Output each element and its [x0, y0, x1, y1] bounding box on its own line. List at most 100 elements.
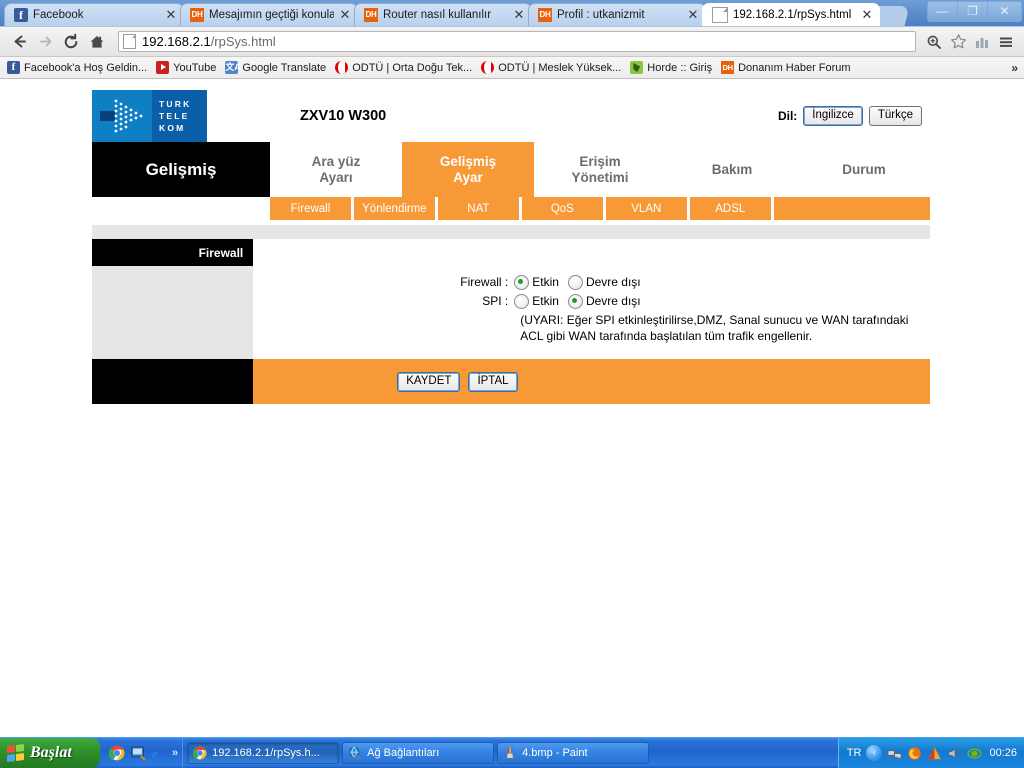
task-button-chrome[interactable]: 192.168.2.1/rpSys.h... — [187, 742, 340, 764]
firewall-disable-radio[interactable] — [567, 275, 583, 290]
home-icon[interactable] — [84, 30, 110, 54]
task-button-paint[interactable]: 4.bmp - Paint — [497, 742, 650, 764]
browser-tab-active[interactable]: 192.168.2.1/rpSys.html ✕ — [702, 3, 880, 26]
sub-tab-adsl[interactable]: ADSL — [689, 197, 771, 220]
minimize-button[interactable]: — — [927, 1, 958, 22]
bookmark-item[interactable]: DH Donanım Haber Forum — [718, 59, 857, 77]
tab-strip: f Facebook ✕ DH Mesajımın geçtiği konula… — [0, 0, 1024, 27]
save-button[interactable]: KAYDET — [397, 371, 461, 392]
forward-icon[interactable] — [32, 30, 58, 54]
nav-tab-advanced-setup[interactable]: Gelişmiş Ayar — [402, 142, 534, 197]
bookmark-label: YouTube — [173, 61, 217, 74]
youtube-icon — [156, 61, 170, 74]
address-bar[interactable]: 192.168.2.1/rpSys.html — [118, 31, 916, 52]
language-english-button[interactable]: İngilizce — [803, 106, 863, 126]
nav-tab-maintenance[interactable]: Bakım — [666, 142, 798, 197]
menu-icon[interactable] — [994, 30, 1018, 54]
opera-icon — [481, 61, 495, 74]
nav-tab-interface-setup[interactable]: Ara yüz Ayarı — [270, 142, 402, 197]
sub-tab-qos[interactable]: QoS — [521, 197, 603, 220]
language-indicator[interactable]: TR — [847, 747, 862, 759]
start-label: Başlat — [30, 744, 72, 761]
nvidia-icon[interactable] — [967, 746, 983, 761]
volume-icon[interactable] — [947, 746, 962, 761]
firewall-enable-radio[interactable] — [514, 275, 530, 290]
restore-button[interactable]: ❐ — [957, 1, 988, 22]
nav-tab-label: Gelişmiş Ayar — [439, 153, 497, 185]
content-body: Firewall Firewall : Etkin Devre dışı SPI… — [92, 239, 930, 404]
tab-close-icon[interactable]: ✕ — [513, 8, 525, 21]
sub-tab-nat[interactable]: NAT — [437, 197, 519, 220]
spi-field-row: SPI : Etkin Devre dışı — [253, 293, 930, 310]
url-text: 192.168.2.1/rpSys.html — [142, 34, 276, 49]
bookmark-item[interactable]: f Facebook'a Hoş Geldin... — [4, 59, 153, 77]
sub-tab-list: Firewall Yönlendirme NAT QoS VLAN ADSL — [270, 197, 930, 220]
firefox-icon[interactable] — [907, 746, 922, 761]
tab-title: Facebook — [33, 9, 84, 21]
clock[interactable]: 00:26 — [989, 747, 1017, 759]
chrome-icon — [192, 746, 207, 760]
language-turkish-button[interactable]: Türkçe — [868, 106, 922, 126]
close-button[interactable]: ✕ — [987, 1, 1022, 22]
bookmark-item[interactable]: YouTube — [153, 59, 222, 77]
bookmark-item[interactable]: ODTÜ | Meslek Yüksek... — [478, 59, 627, 77]
device-model: ZXV10 W300 — [300, 108, 387, 124]
internet-explorer-icon[interactable]: e — [151, 745, 167, 761]
tab-close-icon[interactable]: ✕ — [339, 8, 351, 21]
back-icon[interactable] — [6, 30, 32, 54]
bookmark-label: Horde :: Giriş — [647, 61, 713, 74]
apps-icon[interactable] — [970, 30, 994, 54]
firewall-enable-label[interactable]: Etkin — [532, 274, 559, 291]
form-actions: KAYDET İPTAL — [253, 359, 930, 404]
sub-tab-firewall[interactable]: Firewall — [270, 197, 351, 220]
tab-close-icon[interactable]: ✕ — [861, 8, 873, 21]
bookmark-item[interactable]: Horde :: Giriş — [627, 59, 718, 77]
tab-close-icon[interactable]: ✕ — [687, 8, 699, 21]
main-top-spacer — [253, 239, 930, 266]
sidebar-footer — [92, 359, 254, 404]
show-desktop-icon[interactable] — [130, 745, 146, 761]
bookmark-item[interactable]: ODTÜ | Orta Doğu Tek... — [332, 59, 478, 77]
start-button[interactable]: Başlat — [0, 738, 100, 768]
browser-tab[interactable]: f Facebook ✕ — [4, 3, 184, 26]
browser-tab[interactable]: DH Profil : utkanizmit ✕ — [528, 3, 706, 26]
spi-enable-radio[interactable] — [514, 294, 530, 309]
tab-title: 192.168.2.1/rpSys.html — [733, 9, 852, 21]
page-viewport: TURK TELE KOM ZXV10 W300 Dil: İngilizce … — [0, 84, 1024, 738]
network-icon[interactable] — [887, 746, 902, 761]
sub-tab-vlan[interactable]: VLAN — [605, 197, 687, 220]
task-list: 192.168.2.1/rpSys.h... Ağ Bağlantıları 4… — [182, 738, 838, 768]
browser-toolbar: 192.168.2.1/rpSys.html — [0, 27, 1024, 57]
bookmarks-overflow-icon[interactable]: » — [1011, 61, 1018, 75]
spi-warning-text: (UYARI: Eğer SPI etkinleştirilirse,DMZ, … — [520, 313, 909, 343]
bookmark-label: Facebook'a Hoş Geldin... — [24, 61, 148, 74]
turk-telekom-logo: TURK TELE KOM — [92, 90, 207, 142]
firewall-disable-label[interactable]: Devre dışı — [586, 274, 641, 291]
bookmark-star-icon[interactable] — [946, 30, 970, 54]
tray-expand-icon[interactable]: ‹ — [866, 745, 883, 761]
spi-radio-group: Etkin Devre dışı — [514, 293, 649, 310]
tab-title: Profil : utkanizmit — [557, 9, 645, 21]
reload-icon[interactable] — [58, 30, 84, 54]
system-tray: TR ‹ 00:26 — [837, 738, 1024, 768]
spi-disable-label[interactable]: Devre dışı — [586, 293, 641, 310]
firewall-radio-group: Etkin Devre dışı — [514, 274, 649, 291]
spi-enable-label[interactable]: Etkin — [532, 293, 559, 310]
browser-tab[interactable]: DH Router nasıl kullanılır ✕ — [354, 3, 532, 26]
chrome-icon[interactable] — [108, 745, 125, 761]
bookmark-item[interactable]: 文A Google Translate — [222, 59, 332, 77]
tab-close-icon[interactable]: ✕ — [165, 8, 177, 21]
browser-tab[interactable]: DH Mesajımın geçtiği konular ✕ — [180, 3, 358, 26]
nav-tab-access-management[interactable]: Erişim Yönetimi — [534, 142, 666, 197]
firewall-field-row: Firewall : Etkin Devre dışı — [253, 274, 930, 291]
avast-icon[interactable] — [927, 746, 942, 761]
sub-tab-routing[interactable]: Yönlendirme — [353, 197, 435, 220]
quicklaunch-overflow-icon[interactable]: » — [172, 745, 178, 761]
task-button-network[interactable]: Ağ Bağlantıları — [342, 742, 495, 764]
cancel-button[interactable]: İPTAL — [468, 371, 518, 392]
sub-tab-filler — [773, 197, 930, 220]
zoom-icon[interactable] — [922, 30, 946, 54]
language-label: Dil: — [777, 109, 798, 123]
spi-disable-radio[interactable] — [567, 294, 583, 309]
nav-tab-status[interactable]: Durum — [798, 142, 930, 197]
